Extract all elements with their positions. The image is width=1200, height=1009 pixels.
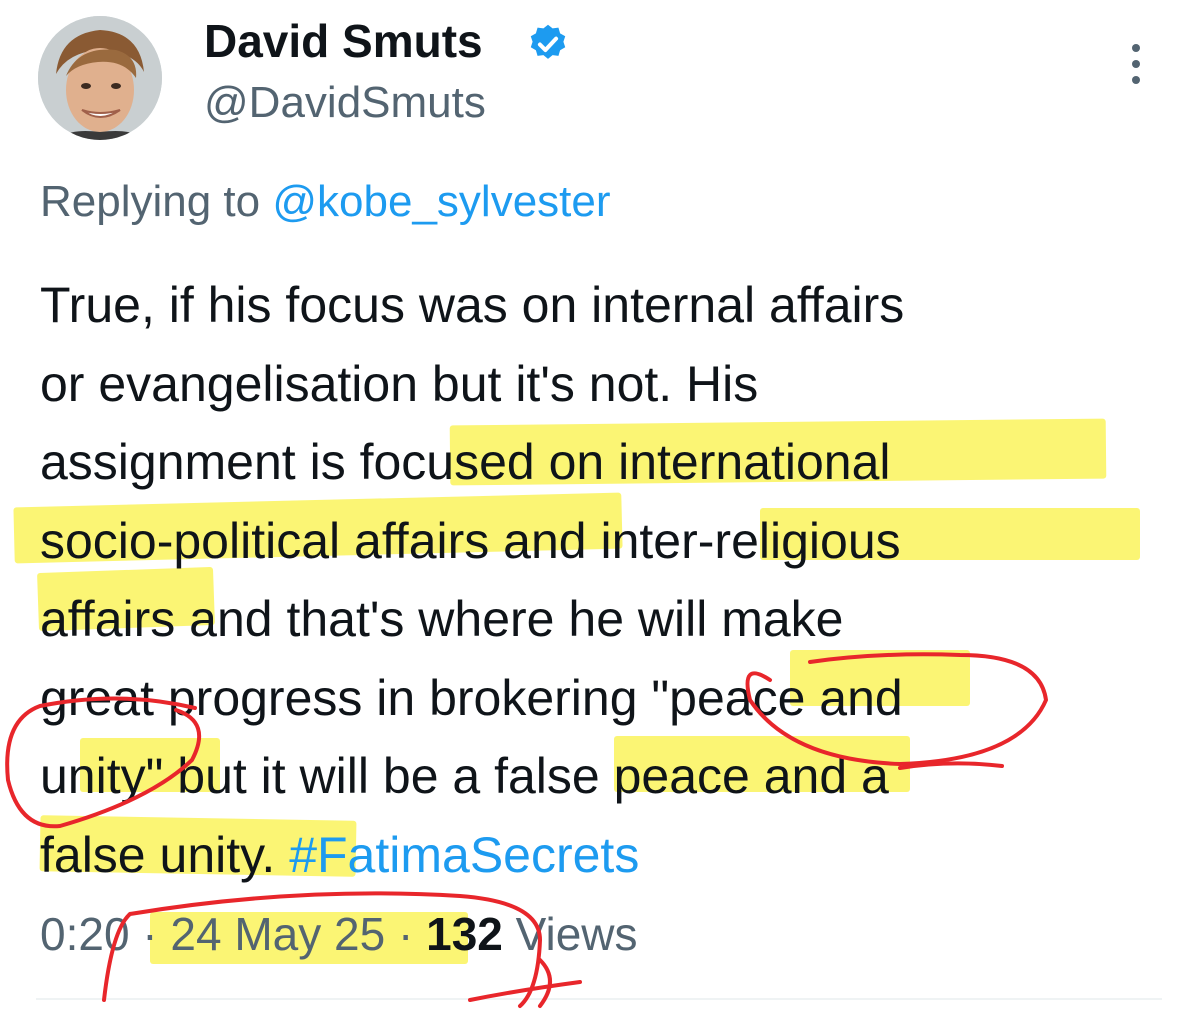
meta-separator: · (129, 908, 171, 960)
tweet-text-segment: inter-religious (600, 512, 901, 569)
tweet-text-segment: affairs (40, 591, 176, 647)
reply-mention-link[interactable]: @kobe_sylvester (272, 177, 610, 226)
hashtag-link[interactable]: #FatimaSecrets (289, 827, 639, 883)
views-label: Views (502, 908, 638, 960)
more-options-icon[interactable] (1122, 40, 1150, 88)
tweet-date[interactable]: 24 May 25 (170, 908, 385, 960)
tweet-text-segment: great progress in brokering "peace and (40, 669, 903, 726)
tweet-time[interactable]: 0:20 (40, 908, 130, 960)
tweet-text-segment: assignment is f (40, 434, 374, 490)
divider (36, 998, 1162, 1000)
handle[interactable]: @DavidSmuts (204, 76, 486, 130)
tweet-line: affairs and that's where he will make (40, 580, 1180, 659)
views-count: 132 (426, 908, 503, 960)
verified-badge-icon (530, 24, 566, 59)
tweet-text-segment: unity" (40, 748, 164, 804)
tweet-text-segment: True, if his focus was on internal affai… (40, 277, 905, 333)
tweet-text-segment: and (489, 512, 601, 569)
tweet-line: True, if his focus was on internal affai… (40, 266, 1180, 345)
avatar[interactable] (38, 16, 162, 140)
tweet-line: or evangelisation but it's not. His (40, 345, 1180, 424)
tweet-meta: 0:20 · 24 May 25 · 132 Views (40, 906, 638, 962)
tweet-text-segment: ocused on international (373, 434, 891, 490)
avatar-photo (38, 16, 162, 140)
tweet-line: great progress in brokering "peace and (40, 659, 1180, 738)
tweet-line: unity" but it will be a false peace and … (40, 737, 1180, 816)
tweet-text-segment: false peace (494, 748, 750, 804)
tweet-line: socio-political affairs and inter-religi… (40, 502, 1180, 581)
display-name[interactable]: David Smuts (204, 14, 483, 68)
tweet-line: false unity. #FatimaSecrets (40, 816, 1180, 895)
tweet-text-segment: and that's where he will make (175, 591, 844, 647)
tweet-text-segment: false unity. (40, 826, 290, 883)
meta-separator: · (385, 908, 427, 960)
replying-to: Replying to @kobe_sylvester (40, 176, 611, 228)
tweet-text-segment: socio-political affairs (40, 512, 490, 569)
tweet-text: True, if his focus was on internal affai… (40, 266, 1180, 894)
tweet-text-segment: but it will be a (163, 748, 495, 804)
tweet-line: assignment is focused on international (40, 423, 1180, 502)
replying-prefix: Replying to (40, 177, 261, 226)
tweet-text-segment: or evangelisation but it's not. His (40, 355, 759, 412)
tweet-text-segment: and a (749, 748, 889, 804)
